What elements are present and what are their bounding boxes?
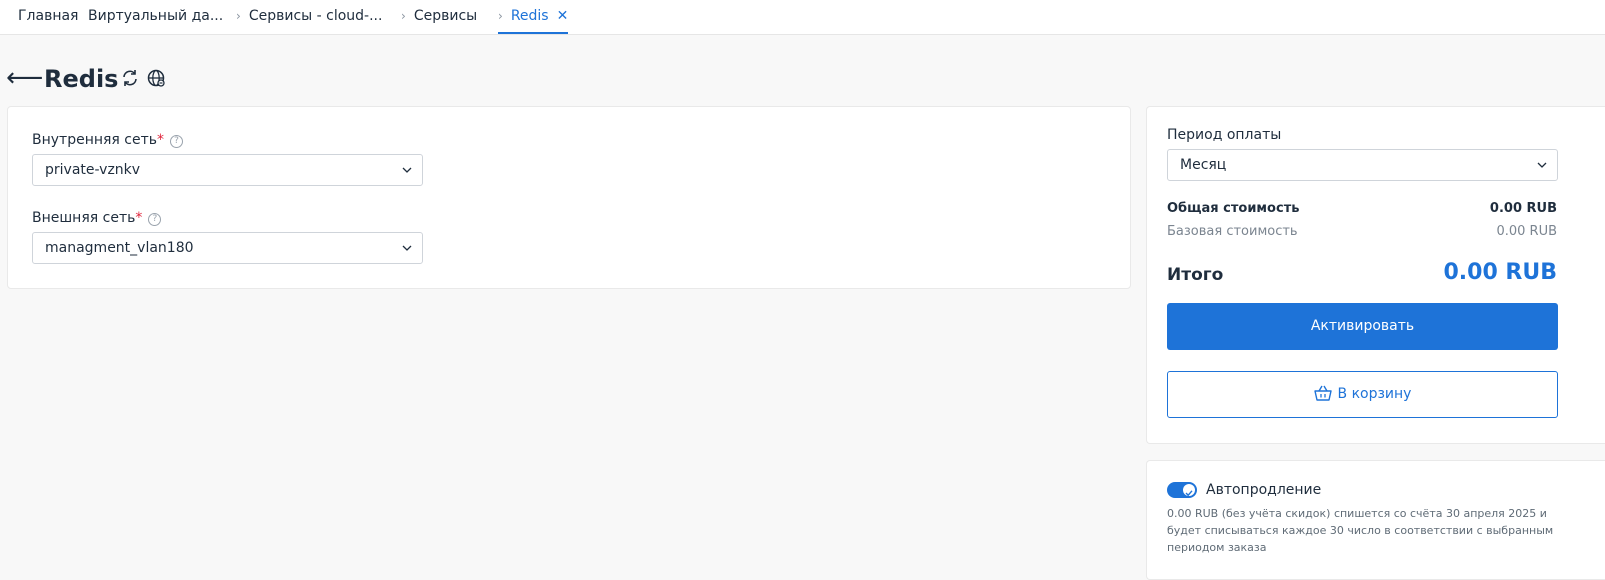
- autorenew-label: Автопродление: [1206, 482, 1322, 498]
- tab-home[interactable]: Главная: [18, 0, 78, 35]
- globe-icon[interactable]: [146, 68, 166, 88]
- select-value: Месяц: [1180, 157, 1227, 173]
- help-icon[interactable]: ?: [170, 135, 184, 148]
- total-cost-label: Общая стоимость: [1167, 201, 1300, 216]
- select-value: managment_vlan180: [45, 240, 194, 256]
- add-to-cart-button[interactable]: В корзину: [1167, 371, 1558, 418]
- external-network-select[interactable]: managment_vlan180: [32, 232, 423, 264]
- payment-period-label: Период оплаты: [1167, 127, 1282, 143]
- internal-network-label: Внутренняя сеть*?: [32, 132, 184, 148]
- network-settings-panel: Внутренняя сеть*? private-vznkv Внешняя …: [7, 106, 1131, 289]
- order-summary-panel: Период оплаты Месяц Общая стоимость 0.00…: [1146, 106, 1605, 444]
- sum-label: Итого: [1167, 265, 1224, 285]
- help-icon[interactable]: ?: [148, 213, 162, 226]
- page-title: Redis: [44, 65, 119, 93]
- tab-label: Сервисы - cloud-...: [248, 8, 383, 24]
- refresh-icon[interactable]: [120, 68, 140, 88]
- base-cost-value: 0.00 RUB: [1496, 224, 1557, 239]
- tab-redis[interactable]: › Redis ✕: [498, 0, 569, 34]
- chevron-down-icon: [1537, 162, 1547, 168]
- tab-bar: Главная Виртуальный да... › Сервисы - clo…: [0, 0, 1605, 35]
- sum-value: 0.00 RUB: [1443, 260, 1557, 285]
- button-label: В корзину: [1337, 386, 1412, 402]
- activate-button[interactable]: Активировать: [1167, 303, 1558, 350]
- tab-label: Виртуальный да...: [88, 8, 224, 24]
- tab-virtual-dc[interactable]: Виртуальный да...: [88, 0, 223, 35]
- total-cost-value: 0.00 RUB: [1489, 201, 1557, 216]
- base-cost-label: Базовая стоимость: [1167, 224, 1298, 239]
- toggle-knob: [1183, 484, 1195, 497]
- payment-period-select[interactable]: Месяц: [1167, 149, 1558, 181]
- check-icon: [1185, 490, 1193, 497]
- tab-label: Сервисы: [413, 8, 478, 24]
- chevron-right-icon: ›: [401, 9, 406, 23]
- chevron-right-icon: ›: [236, 9, 241, 23]
- back-arrow-icon[interactable]: ⟵: [6, 63, 43, 93]
- autorenew-toggle[interactable]: [1167, 482, 1197, 498]
- autorenew-description: 0.00 RUB (без учёта скидок) спишется со …: [1167, 507, 1554, 554]
- chevron-right-icon: ›: [498, 9, 503, 23]
- label-text: Внутренняя сеть: [32, 132, 158, 148]
- select-value: private-vznkv: [45, 162, 141, 178]
- external-network-label: Внешняя сеть*?: [32, 210, 162, 226]
- chevron-down-icon: [402, 245, 412, 251]
- close-icon[interactable]: ✕: [557, 8, 569, 24]
- required-marker: *: [135, 210, 143, 226]
- internal-network-select[interactable]: private-vznkv: [32, 154, 423, 186]
- autorenew-panel: Автопродление 0.00 RUB (без учёта скидок…: [1146, 460, 1605, 580]
- tab-services[interactable]: › Сервисы: [401, 0, 477, 35]
- required-marker: *: [157, 132, 165, 148]
- label-text: Внешняя сеть: [32, 210, 136, 226]
- chevron-down-icon: [402, 167, 412, 173]
- basket-icon: [1313, 385, 1332, 401]
- tab-services-cloud[interactable]: › Сервисы - cloud-...: [236, 0, 382, 35]
- tab-label: Redis: [510, 8, 549, 24]
- tab-label: Главная: [18, 8, 79, 24]
